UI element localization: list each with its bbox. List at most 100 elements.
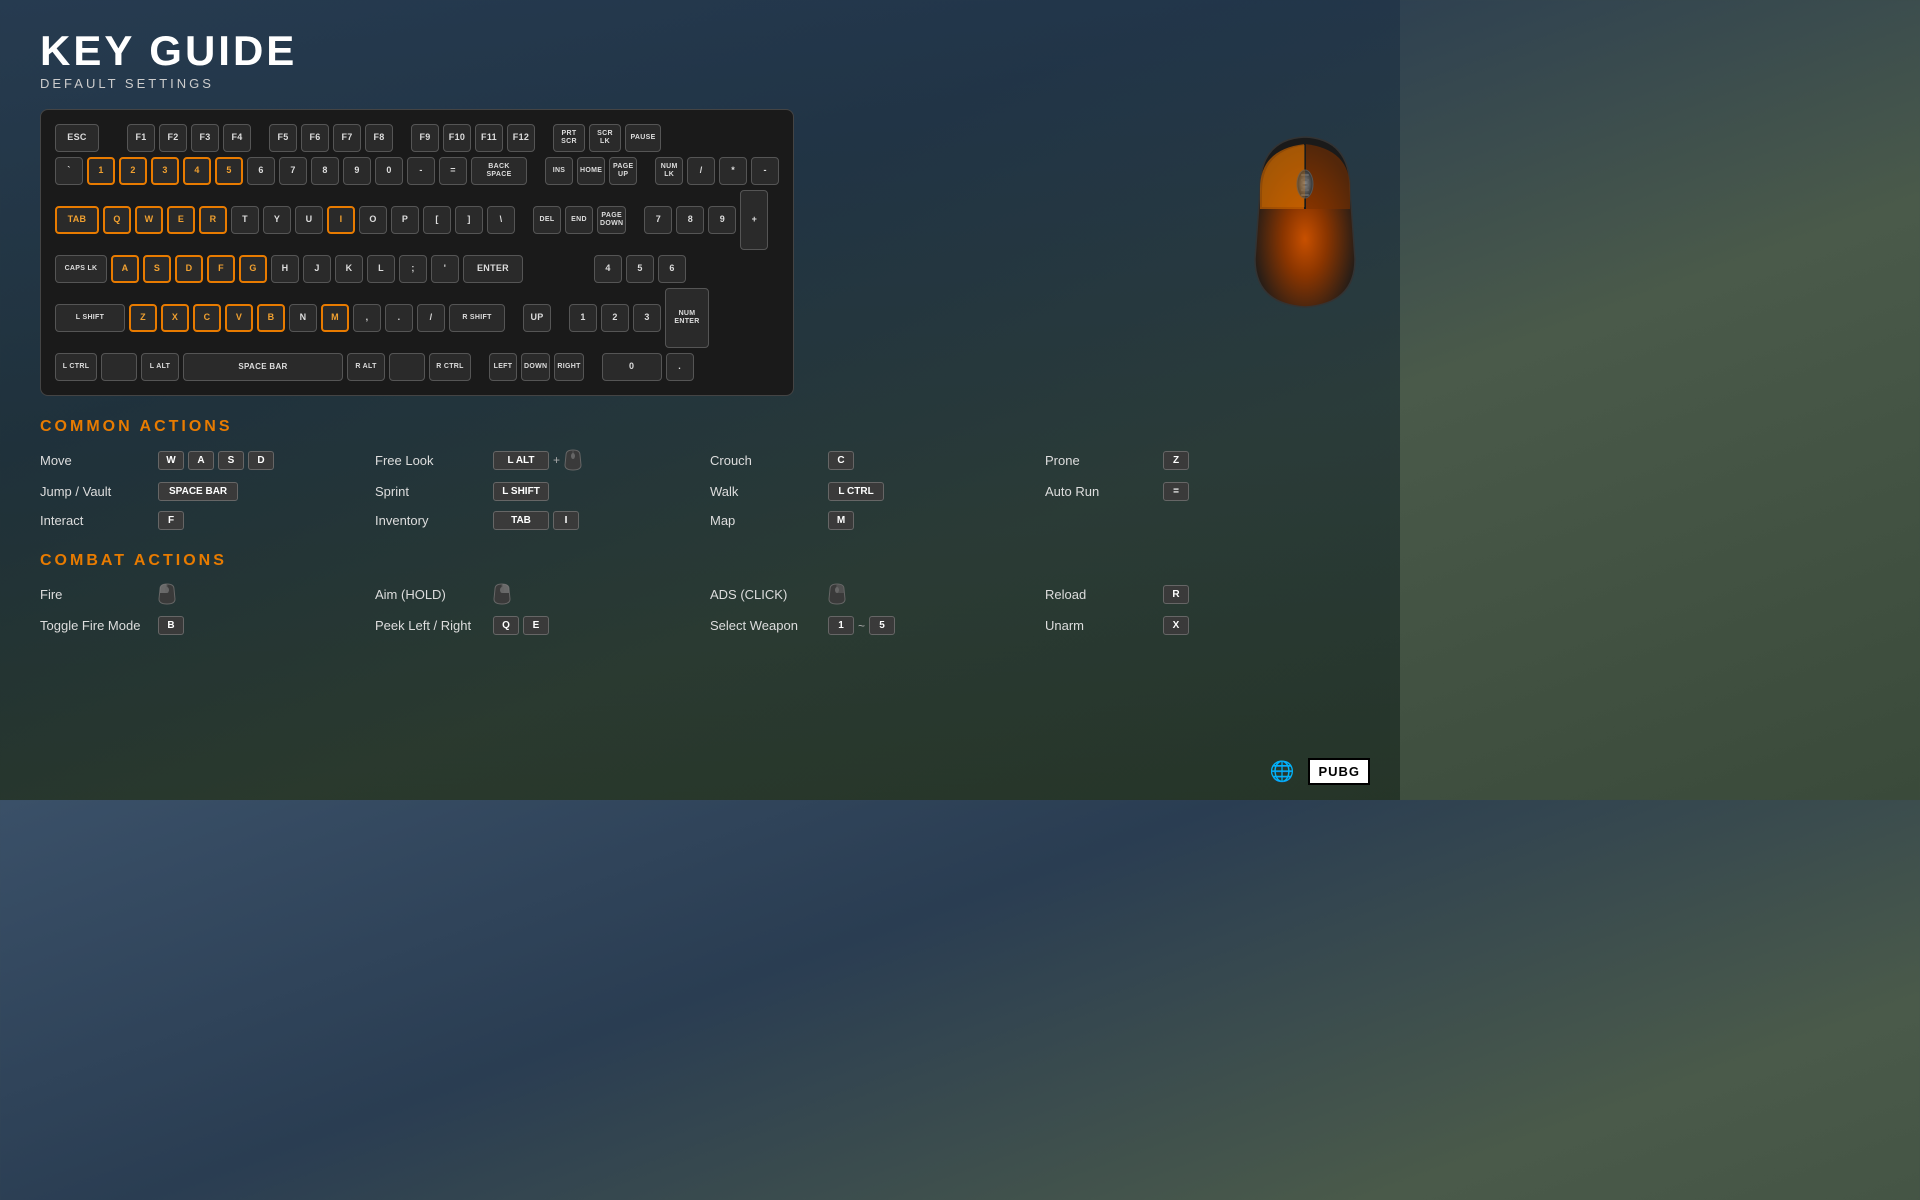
key-lalt: L ALT bbox=[141, 353, 179, 381]
key-i: I bbox=[327, 206, 355, 234]
action-crouch: Crouch C bbox=[710, 448, 1025, 472]
key-period: . bbox=[385, 304, 413, 332]
key-num5: 5 bbox=[626, 255, 654, 283]
key-f3: F3 bbox=[191, 124, 219, 152]
key-2: 2 bbox=[119, 157, 147, 185]
action-aim-keys bbox=[493, 582, 511, 606]
key-f11: F11 bbox=[475, 124, 503, 152]
key-x: X bbox=[161, 304, 189, 332]
key-badge-b: B bbox=[158, 616, 184, 635]
key-badge-q: Q bbox=[493, 616, 519, 635]
action-autorun-label: Auto Run bbox=[1045, 484, 1155, 499]
action-reload-label: Reload bbox=[1045, 587, 1155, 602]
action-prone: Prone Z bbox=[1045, 448, 1360, 472]
action-togglefire-keys: B bbox=[158, 616, 184, 635]
key-rctrl: R CTRL bbox=[429, 353, 471, 381]
key-num1: 1 bbox=[569, 304, 597, 332]
key-capslock: CAPS LK bbox=[55, 255, 107, 283]
key-numminus: - bbox=[751, 157, 779, 185]
action-freelook: Free Look L ALT + bbox=[375, 448, 690, 472]
action-prone-keys: Z bbox=[1163, 451, 1189, 470]
action-ads-keys bbox=[828, 582, 846, 606]
key-f4: F4 bbox=[223, 124, 251, 152]
common-actions-title: COMMON ACTIONS bbox=[40, 418, 1360, 436]
key-badge-w: W bbox=[158, 451, 184, 470]
key-f: F bbox=[207, 255, 235, 283]
key-num8: 8 bbox=[676, 206, 704, 234]
rmb2-icon bbox=[828, 582, 846, 606]
key-j: J bbox=[303, 255, 331, 283]
action-inventory: Inventory TAB I bbox=[375, 511, 690, 530]
action-fire-label: Fire bbox=[40, 587, 150, 602]
pubg-logo: PUBG bbox=[1308, 758, 1370, 785]
action-selectweapon-keys: 1 ~ 5 bbox=[828, 616, 895, 635]
key-a: A bbox=[111, 255, 139, 283]
header: KEY GUIDE DEFAULT SETTINGS bbox=[40, 30, 1360, 91]
key-num3: 3 bbox=[633, 304, 661, 332]
combat-actions-section: COMBAT ACTIONS Fire Aim (HOLD) bbox=[40, 552, 1360, 635]
action-walk-keys: L CTRL bbox=[828, 482, 884, 501]
key-num6: 6 bbox=[658, 255, 686, 283]
key-f7: F7 bbox=[333, 124, 361, 152]
key-h: H bbox=[271, 255, 299, 283]
key-f12: F12 bbox=[507, 124, 535, 152]
key-pageup: PAGEUP bbox=[609, 157, 637, 185]
key-f2: F2 bbox=[159, 124, 187, 152]
key-right: RIGHT bbox=[554, 353, 583, 381]
key-down: DOWN bbox=[521, 353, 550, 381]
key-num2: 2 bbox=[601, 304, 629, 332]
action-reload-keys: R bbox=[1163, 585, 1189, 604]
key-q: Q bbox=[103, 206, 131, 234]
key-f6: F6 bbox=[301, 124, 329, 152]
action-interact-keys: F bbox=[158, 511, 184, 530]
key-f8: F8 bbox=[365, 124, 393, 152]
action-walk: Walk L CTRL bbox=[710, 482, 1025, 501]
key-space: SPACE BAR bbox=[183, 353, 343, 381]
key-badge-r: R bbox=[1163, 585, 1189, 604]
rmb-icon bbox=[493, 582, 511, 606]
key-8: 8 bbox=[311, 157, 339, 185]
key-scrlk: SCRLK bbox=[589, 124, 621, 152]
key-tab: TAB bbox=[55, 206, 99, 234]
action-sprint: Sprint L SHIFT bbox=[375, 482, 690, 501]
key-badge-lctrl: L CTRL bbox=[828, 482, 884, 501]
key-badge-x: X bbox=[1163, 616, 1189, 635]
key-rwin bbox=[389, 353, 425, 381]
key-badge-s: S bbox=[218, 451, 244, 470]
key-equals: = bbox=[439, 157, 467, 185]
lmb-icon bbox=[158, 582, 176, 606]
key-l: L bbox=[367, 255, 395, 283]
action-peek-label: Peek Left / Right bbox=[375, 618, 485, 633]
action-interact-label: Interact bbox=[40, 513, 150, 528]
key-n: N bbox=[289, 304, 317, 332]
action-jump-keys: SPACE BAR bbox=[158, 482, 238, 501]
action-fire: Fire bbox=[40, 582, 355, 606]
action-inventory-label: Inventory bbox=[375, 513, 485, 528]
key-comma: , bbox=[353, 304, 381, 332]
key-esc: ESC bbox=[55, 124, 99, 152]
key-m: M bbox=[321, 304, 349, 332]
key-pagedown: PAGEDOWN bbox=[597, 206, 626, 234]
keyboard-row-function: ESC F1 F2 F3 F4 F5 F6 F7 F8 F9 F10 F11 F… bbox=[55, 124, 779, 152]
key-slash: / bbox=[417, 304, 445, 332]
key-badge-1sw: 1 bbox=[828, 616, 854, 635]
action-move: Move W A S D bbox=[40, 448, 355, 472]
key-rshift: R SHIFT bbox=[449, 304, 505, 332]
keyboard-row-zxcv: L SHIFT Z X C V B N M , . / R SHIFT UP 1… bbox=[55, 288, 779, 348]
action-unarm-label: Unarm bbox=[1045, 618, 1155, 633]
key-f10: F10 bbox=[443, 124, 471, 152]
key-b: B bbox=[257, 304, 285, 332]
keyboard-row-asdf: CAPS LK A S D F G H J K L ; ' ENTER 4 5 … bbox=[55, 255, 779, 283]
key-lwin bbox=[101, 353, 137, 381]
action-peek: Peek Left / Right Q E bbox=[375, 616, 690, 635]
key-backslash: \ bbox=[487, 206, 515, 234]
key-num9: 9 bbox=[708, 206, 736, 234]
key-badge-i: I bbox=[553, 511, 579, 530]
key-enter: ENTER bbox=[463, 255, 523, 283]
key-badge-equals: = bbox=[1163, 482, 1189, 501]
key-f1: F1 bbox=[127, 124, 155, 152]
key-w: W bbox=[135, 206, 163, 234]
key-1: 1 bbox=[87, 157, 115, 185]
key-num7: 7 bbox=[644, 206, 672, 234]
key-f9: F9 bbox=[411, 124, 439, 152]
